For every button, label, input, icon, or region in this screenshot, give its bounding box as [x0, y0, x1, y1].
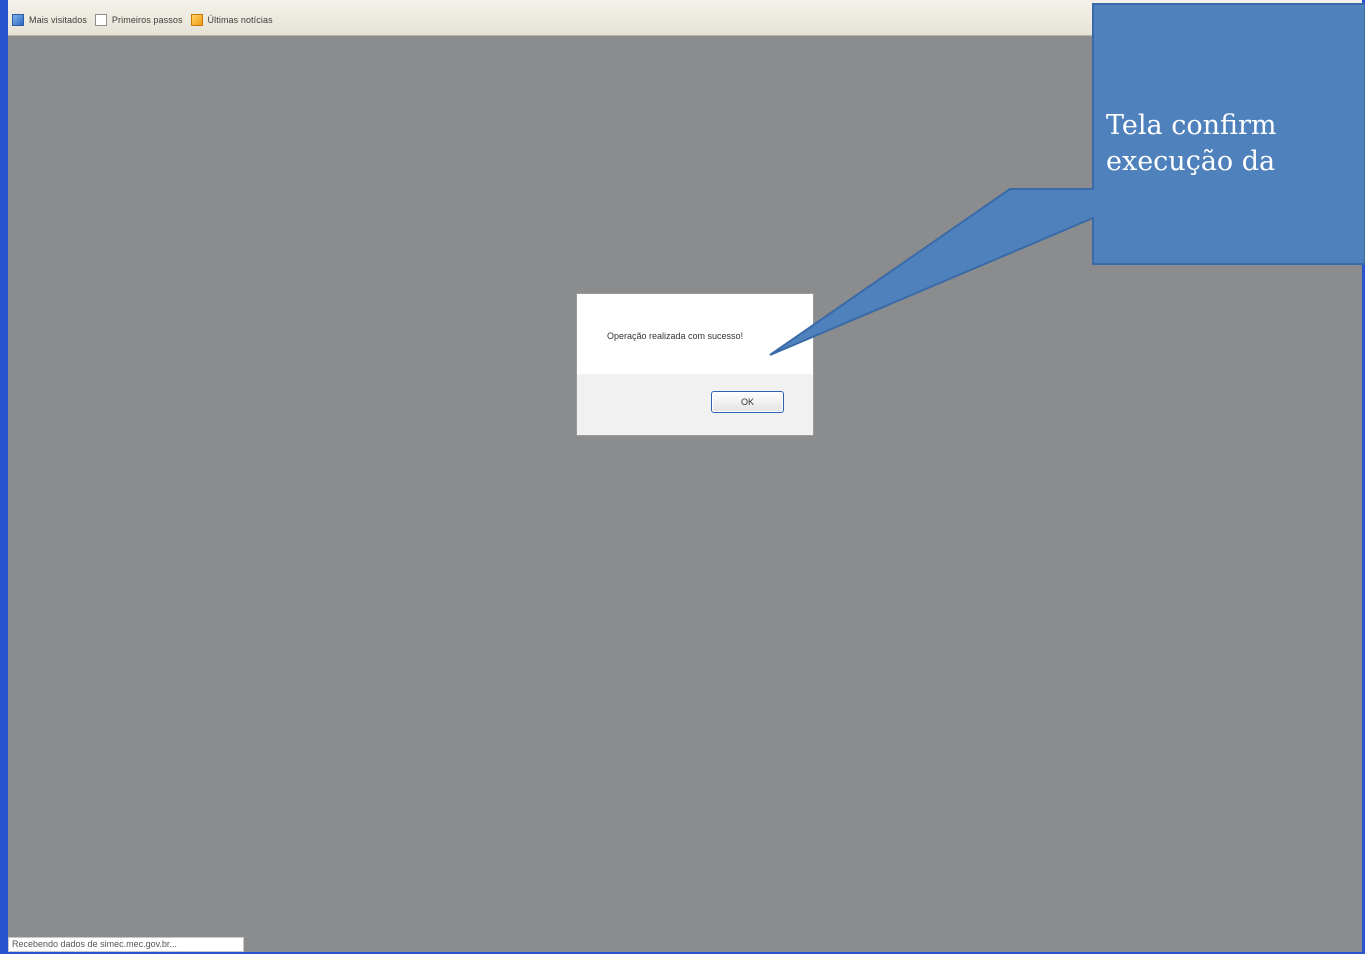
- callout-line-1: Tela confirm: [1106, 110, 1277, 141]
- bookmarks-toolbar: Mais visitados Primeiros passos Últimas …: [8, 0, 1362, 36]
- ok-button[interactable]: OK: [711, 391, 784, 413]
- bookmark-label: Mais visitados: [29, 15, 87, 25]
- bookmark-label: Primeiros passos: [111, 15, 183, 25]
- callout-text: Tela confirm execução da: [1106, 108, 1365, 180]
- screenshot: Mais visitados Primeiros passos Últimas …: [0, 0, 1365, 954]
- page-icon: [94, 14, 107, 26]
- status-text: Recebendo dados de simec.mec.gov.br...: [8, 937, 244, 952]
- status-bar: Recebendo dados de simec.mec.gov.br...: [8, 936, 1362, 952]
- bookmark-most-visited[interactable]: Mais visitados: [12, 13, 87, 27]
- most-visited-icon: [12, 14, 24, 26]
- dialog-footer: OK: [577, 374, 813, 435]
- bookmark-latest-news[interactable]: Últimas notícias: [190, 13, 273, 27]
- bookmark-label: Últimas notícias: [207, 15, 273, 25]
- rss-icon: [190, 14, 203, 26]
- dialog-body: Operação realizada com sucesso!: [577, 294, 813, 374]
- bookmark-getting-started[interactable]: Primeiros passos: [94, 13, 183, 27]
- callout-line-2: execução da: [1106, 146, 1276, 177]
- dialog-message: Operação realizada com sucesso!: [607, 331, 744, 341]
- alert-dialog: Operação realizada com sucesso! OK: [577, 294, 813, 435]
